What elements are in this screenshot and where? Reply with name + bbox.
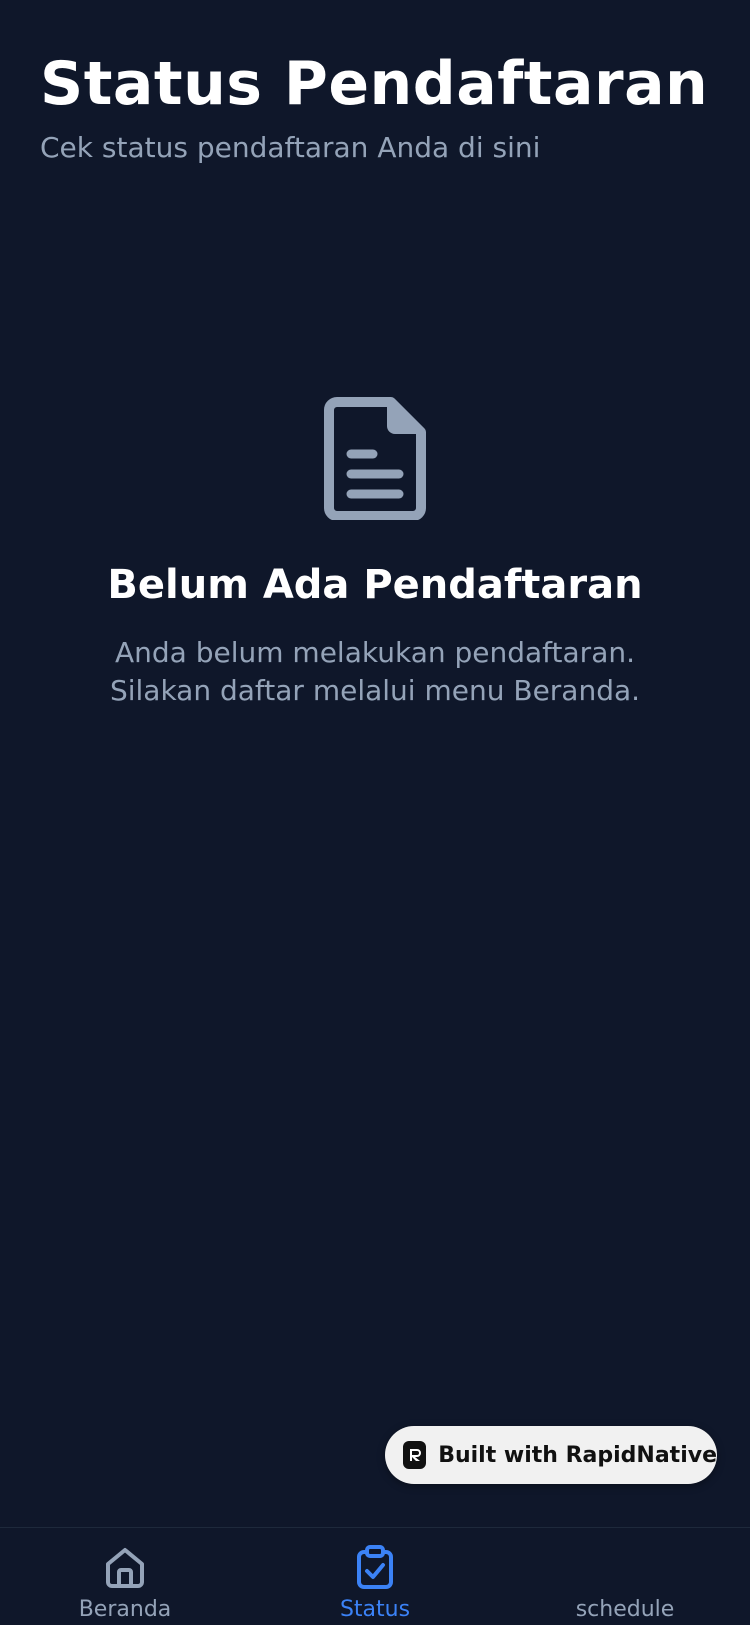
empty-state: Belum Ada Pendaftaran Anda belum melakuk… [0, 396, 750, 710]
rapidnative-logo-icon [403, 1441, 427, 1469]
document-icon [324, 397, 426, 520]
page-subtitle: Cek status pendaftaran Anda di sini [40, 131, 541, 164]
tab-status[interactable]: Status [250, 1528, 500, 1625]
bottom-tab-bar: Beranda Status schedule [0, 1527, 750, 1625]
header: Status Pendaftaran Cek status pendaftara… [40, 48, 710, 166]
tab-status-label: Status [339, 1597, 411, 1622]
badge-label: Built with RapidNative [438, 1442, 717, 1468]
empty-state-description: Anda belum melakukan pendaftaran. Silaka… [109, 636, 641, 707]
built-with-badge[interactable]: Built with RapidNative [385, 1426, 717, 1484]
tab-schedule[interactable]: schedule [500, 1528, 750, 1625]
tab-beranda[interactable]: Beranda [0, 1528, 250, 1625]
page-title: Status Pendaftaran [40, 49, 709, 119]
tab-schedule-label: schedule [575, 1597, 675, 1622]
tab-beranda-label: Beranda [78, 1597, 172, 1622]
empty-state-title: Belum Ada Pendaftaran [107, 562, 643, 608]
clipboard-check-icon [357, 1545, 393, 1589]
home-icon [106, 1548, 144, 1588]
